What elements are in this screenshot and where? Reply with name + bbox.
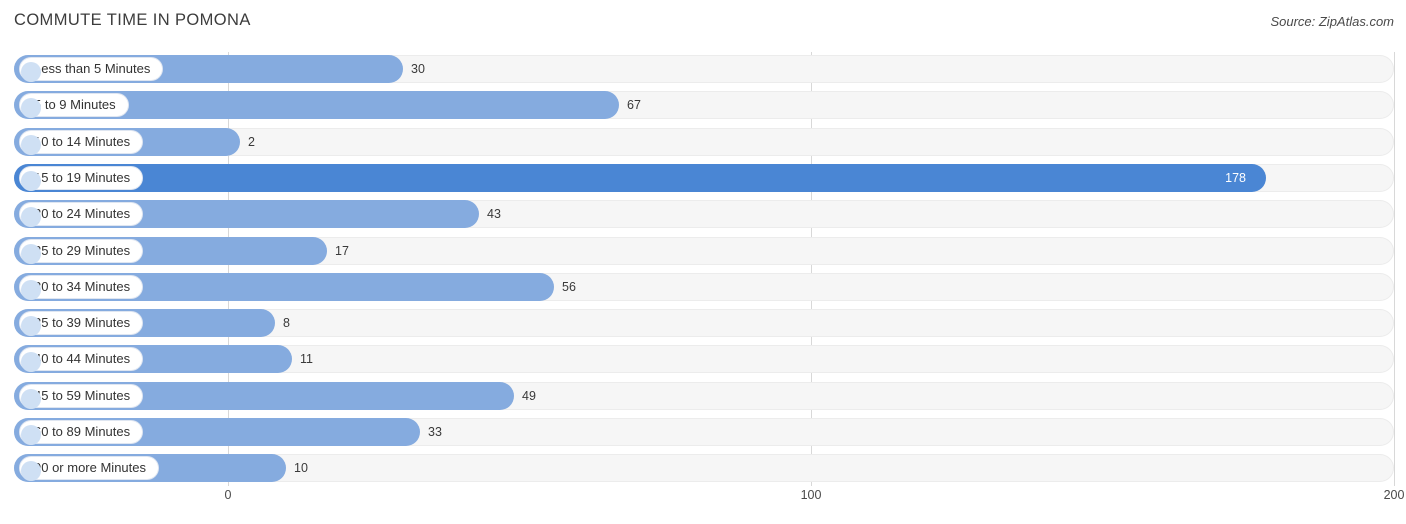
pill-dot-icon xyxy=(21,98,41,118)
plot-area: Less than 5 Minutes 30 5 to 9 Minutes 67 10 … xyxy=(14,52,1395,486)
bar-value-label: 11 xyxy=(300,352,313,366)
category-label: Less than 5 Minutes xyxy=(20,58,163,82)
bar-value-label: 178 xyxy=(1225,171,1246,185)
gridline-200 xyxy=(1394,52,1395,486)
table-row[interactable]: 30 to 34 Minutes 56 xyxy=(14,273,1394,301)
category-label: 30 to 34 Minutes xyxy=(20,276,143,300)
x-tick-label: 0 xyxy=(224,488,232,502)
bar xyxy=(14,164,1266,192)
pill-dot-icon xyxy=(21,316,41,336)
bar-value-label: 56 xyxy=(562,280,576,294)
category-label: 60 to 89 Minutes xyxy=(20,421,143,445)
category-label: 90 or more Minutes xyxy=(20,457,158,481)
pill-dot-icon xyxy=(21,280,41,300)
pill-dot-icon xyxy=(21,461,41,481)
category-label: 20 to 24 Minutes xyxy=(20,203,143,227)
table-row[interactable]: 35 to 39 Minutes 8 xyxy=(14,309,1394,337)
x-tick-label: 200 xyxy=(1383,488,1405,502)
pill-dot-icon xyxy=(21,425,41,445)
pill-dot-icon xyxy=(21,171,41,191)
table-row[interactable]: 20 to 24 Minutes 43 xyxy=(14,200,1394,228)
pill-dot-icon xyxy=(21,352,41,372)
pill-dot-icon xyxy=(21,244,41,264)
table-row[interactable]: 25 to 29 Minutes 17 xyxy=(14,237,1394,265)
pill-dot-icon xyxy=(21,62,41,82)
bar-rows: Less than 5 Minutes 30 5 to 9 Minutes 67 10 … xyxy=(14,52,1394,486)
table-row[interactable]: 90 or more Minutes 10 xyxy=(14,454,1394,482)
pill-dot-icon xyxy=(21,135,41,155)
table-row[interactable]: 40 to 44 Minutes 11 xyxy=(14,345,1394,373)
category-label: 15 to 19 Minutes xyxy=(20,167,143,191)
bar-value-label: 30 xyxy=(411,62,425,76)
bar-value-label: 2 xyxy=(248,135,255,149)
chart-container: COMMUTE TIME IN POMONA Source: ZipAtlas.… xyxy=(0,0,1406,524)
bar-value-label: 67 xyxy=(627,98,641,112)
pill-dot-icon xyxy=(21,207,41,227)
x-axis: 0 100 200 xyxy=(14,488,1405,508)
source-label: Source: ZipAtlas.com xyxy=(1270,14,1394,29)
x-tick-label: 100 xyxy=(800,488,822,502)
bar-value-label: 43 xyxy=(487,207,501,221)
bar-value-label: 17 xyxy=(335,244,349,258)
pill-dot-icon xyxy=(21,389,41,409)
table-row[interactable]: 60 to 89 Minutes 33 xyxy=(14,418,1394,446)
table-row[interactable]: 10 to 14 Minutes 2 xyxy=(14,128,1394,156)
bar-value-label: 33 xyxy=(428,425,442,439)
bar-value-label: 49 xyxy=(522,389,536,403)
category-label: 10 to 14 Minutes xyxy=(20,131,143,155)
table-row[interactable]: 5 to 9 Minutes 67 xyxy=(14,91,1394,119)
page-title: COMMUTE TIME IN POMONA xyxy=(14,11,251,29)
table-row[interactable]: 15 to 19 Minutes 178 xyxy=(14,164,1394,192)
category-label: 35 to 39 Minutes xyxy=(20,312,143,336)
table-row[interactable]: 45 to 59 Minutes 49 xyxy=(14,382,1394,410)
category-label: 45 to 59 Minutes xyxy=(20,385,143,409)
category-label: 40 to 44 Minutes xyxy=(20,348,143,372)
category-label: 25 to 29 Minutes xyxy=(20,240,143,264)
bar-value-label: 8 xyxy=(283,316,290,330)
table-row[interactable]: Less than 5 Minutes 30 xyxy=(14,55,1394,83)
category-label: 5 to 9 Minutes xyxy=(20,94,128,118)
bar-value-label: 10 xyxy=(294,461,308,475)
